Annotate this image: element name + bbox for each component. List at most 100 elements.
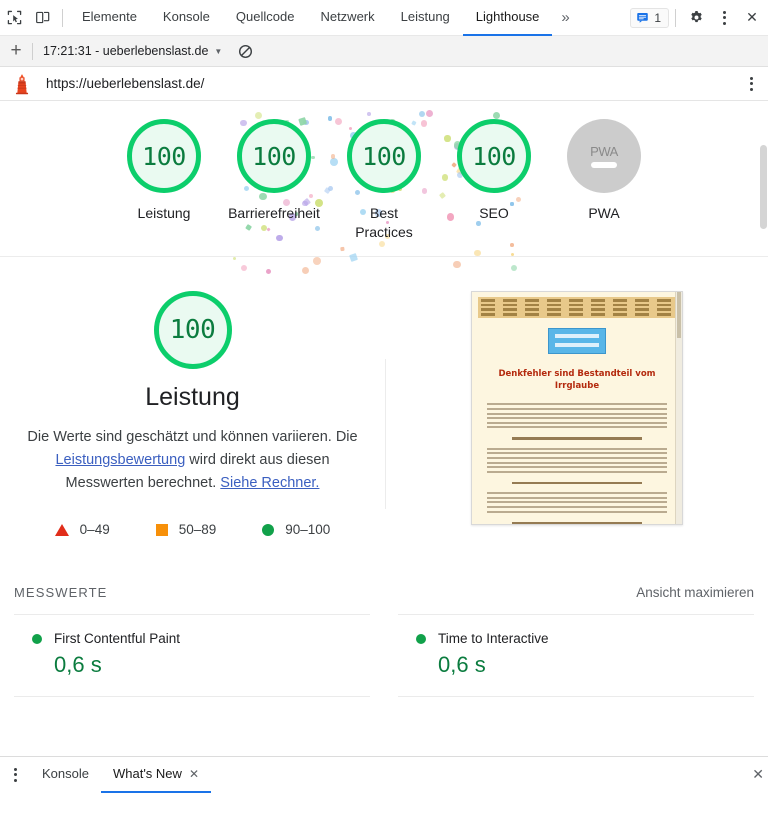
tab-label: Quellcode: [235, 9, 295, 24]
website-screenshot: Denkfehler sind Bestandteil vom Irrglaub…: [471, 290, 683, 525]
tab-label: Leistung: [400, 9, 450, 24]
thumbnail-banner-image: [548, 327, 606, 354]
run-selector-label: 17:21:31 - ueberlebenslast.de: [43, 44, 209, 58]
tab-label: Konsole: [162, 9, 210, 24]
score-gauge-barrierefreiheit[interactable]: 100 Barrierefreiheit: [219, 119, 329, 242]
gauge-circle: 100: [127, 119, 201, 193]
metric-pass-dot-icon: [32, 633, 42, 644]
tab-lighthouse[interactable]: Lighthouse: [462, 0, 553, 36]
final-screenshot-panel: Denkfehler sind Bestandteil vom Irrglaub…: [386, 290, 768, 538]
category-gauge: 100: [153, 290, 232, 369]
thumbnail-heading: Denkfehler sind Bestandteil vom Irrglaub…: [498, 368, 656, 392]
run-selector-dropdown[interactable]: 17:21:31 - ueberlebenslast.de ▼: [33, 44, 232, 58]
main-menu-kebab-icon[interactable]: [710, 4, 738, 32]
score-legend: 0–49 50–89 90–100: [54, 522, 330, 538]
gauge-score: 100: [142, 141, 186, 171]
new-audit-button[interactable]: +: [0, 36, 32, 66]
drawer-tab-label: Konsole: [42, 766, 89, 781]
tab-konsole[interactable]: Konsole: [150, 0, 223, 36]
score-gauge-leistung[interactable]: 100 Leistung: [109, 119, 219, 242]
chevron-down-icon: ▼: [214, 46, 223, 56]
category-description: Die Werte sind geschätzt und können vari…: [18, 426, 368, 496]
square-average-icon: [155, 523, 168, 536]
devtools-toolbar-right: 1 ✕: [630, 4, 768, 32]
legend-item-average: 50–89: [155, 522, 217, 538]
gauge-label: Leistung: [137, 205, 191, 221]
rechner-link[interactable]: Siehe Rechner.: [220, 475, 319, 491]
gear-icon[interactable]: [682, 4, 710, 32]
thumbnail-scrollbar: [675, 291, 682, 524]
audited-url-bar: https://ueberlebenslast.de/: [0, 67, 768, 101]
legend-range: 50–89: [178, 522, 217, 538]
toolbar-divider: [675, 8, 676, 27]
drawer-tab-konsole[interactable]: Konsole: [30, 757, 101, 793]
gauge-label: Barrierefreiheit: [228, 205, 320, 221]
issues-message-icon: [637, 13, 649, 23]
gauge-score: 100: [472, 141, 516, 171]
gauge-label: SEO: [479, 205, 509, 221]
audited-url-text: https://ueberlebenslast.de/: [46, 76, 205, 91]
page-title: Leistung: [145, 382, 240, 411]
legend-range: 90–100: [285, 522, 331, 538]
kebab-dots: [713, 5, 735, 31]
drawer-menu-kebab-icon[interactable]: [0, 760, 30, 790]
metrics-grid: First Contentful Paint 0,6 s Time to Int…: [14, 614, 754, 698]
thumbnail-body-text: [487, 403, 667, 524]
metric-pass-dot-icon: [416, 633, 426, 644]
gauge-circle: 100: [237, 119, 311, 193]
more-tabs-icon[interactable]: »: [552, 0, 578, 36]
tab-elemente[interactable]: Elemente: [69, 0, 150, 36]
pwa-badge-text: PWA: [590, 144, 618, 159]
score-gauge-best-practices[interactable]: 100 Best Practices: [329, 119, 439, 242]
metrics-section: MESSWERTE Ansicht maximieren First Conte…: [0, 585, 768, 698]
circle-pass-icon: [262, 523, 275, 536]
gauge-score: 100: [252, 141, 296, 171]
devtools-toolbar: Elemente Konsole Quellcode Netzwerk Leis…: [0, 0, 768, 36]
devtools-tab-list: Elemente Konsole Quellcode Netzwerk Leis…: [69, 0, 630, 36]
clear-all-icon[interactable]: [232, 38, 258, 64]
device-toolbar-icon[interactable]: [28, 4, 56, 32]
issues-badge[interactable]: 1: [630, 7, 669, 28]
metric-item-tti[interactable]: Time to Interactive 0,6 s: [398, 614, 754, 698]
tab-leistung[interactable]: Leistung: [388, 0, 463, 36]
metrics-section-title: MESSWERTE: [14, 585, 108, 601]
thumbnail-nav-bar: [478, 296, 676, 318]
expand-view-toggle[interactable]: Ansicht maximieren: [636, 585, 754, 600]
legend-item-pass: 90–100: [262, 522, 330, 537]
desc-part-1: Die Werte sind geschätzt und können vari…: [27, 428, 358, 445]
performance-category-section: 100 Leistung Die Werte sind geschätzt un…: [0, 257, 768, 538]
close-icon[interactable]: ✕: [189, 767, 199, 781]
gauge-circle-na: PWA: [567, 119, 641, 193]
lighthouse-report: 100 Leistung 100 Barrierefreiheit 100 Be…: [0, 101, 768, 756]
score-gauge-pwa[interactable]: PWA PWA: [549, 119, 659, 242]
toolbar-divider: [62, 8, 63, 27]
legend-item-fail: 0–49: [54, 522, 110, 537]
lighthouse-logo-icon: [15, 73, 29, 94]
inspect-element-icon[interactable]: [0, 4, 28, 32]
gauge-circle: 100: [457, 119, 531, 193]
score-gauges-row: 100 Leistung 100 Barrierefreiheit 100 Be…: [0, 101, 768, 274]
report-scroll-content: 100 Leistung 100 Barrierefreiheit 100 Be…: [0, 101, 768, 698]
close-drawer-icon[interactable]: ✕: [752, 766, 768, 783]
devtools-drawer: Konsole What's New ✕ ✕: [0, 756, 768, 793]
metric-item-fcp[interactable]: First Contentful Paint 0,6 s: [14, 614, 370, 698]
lighthouse-toolbar: + 17:21:31 - ueberlebenslast.de ▼: [0, 36, 768, 67]
tab-label: Elemente: [82, 9, 137, 24]
metrics-column-left: First Contentful Paint 0,6 s: [14, 614, 370, 698]
metric-value: 0,6 s: [438, 652, 486, 678]
gauge-circle: 100: [347, 119, 421, 193]
close-devtools-icon[interactable]: ✕: [738, 4, 766, 32]
report-menu-kebab-icon[interactable]: [740, 71, 762, 97]
gauge-score: 100: [362, 141, 406, 171]
category-summary: 100 Leistung Die Werte sind geschätzt un…: [0, 290, 385, 538]
category-score: 100: [169, 314, 216, 345]
drawer-tab-whats-new[interactable]: What's New ✕: [100, 757, 211, 793]
tab-quellcode[interactable]: Quellcode: [223, 0, 308, 36]
report-scrollbar[interactable]: [759, 101, 768, 756]
metric-value: 0,6 s: [54, 652, 102, 678]
gauge-label: PWA: [588, 205, 620, 221]
leistungsbewertung-link[interactable]: Leistungsbewertung: [55, 452, 185, 468]
tab-netzwerk[interactable]: Netzwerk: [307, 0, 387, 36]
score-gauge-seo[interactable]: 100 SEO: [439, 119, 549, 242]
issues-count: 1: [654, 10, 661, 25]
